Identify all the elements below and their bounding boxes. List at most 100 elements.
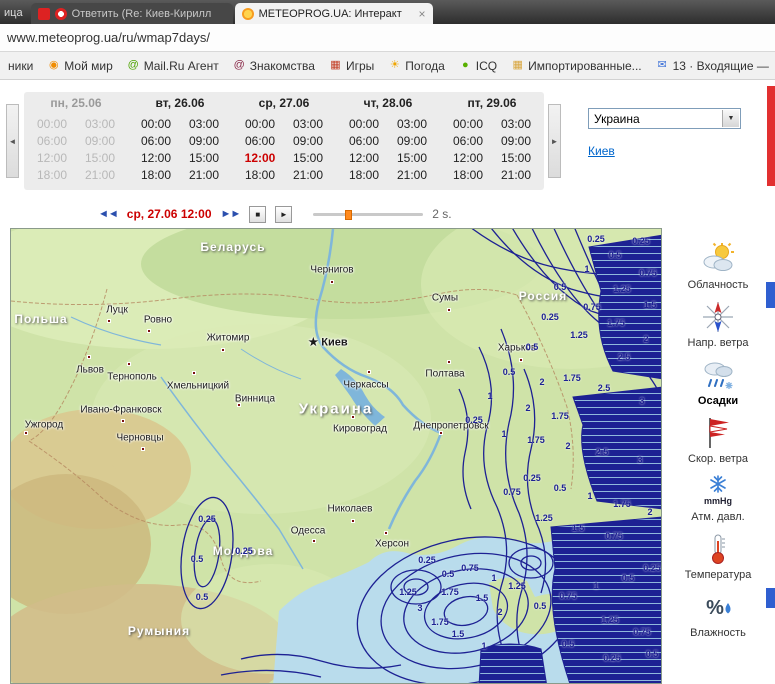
contour-label: 2: [539, 377, 544, 387]
city-label: Сумы: [432, 293, 458, 304]
time-cell[interactable]: 06:00: [32, 133, 72, 150]
region-select[interactable]: Украина ▼: [588, 108, 741, 129]
time-cell[interactable]: 00:00: [448, 116, 488, 133]
city-dot: [351, 415, 355, 419]
country-label: Украина: [299, 401, 373, 418]
time-cell[interactable]: 21:00: [80, 167, 120, 184]
contour-label: 1.75: [527, 435, 545, 445]
contour-label: 2.5: [596, 447, 609, 457]
layer-precipitation[interactable]: Осадки: [698, 358, 738, 407]
partial-tab[interactable]: ица: [2, 7, 29, 24]
city-label: Львов: [76, 365, 104, 376]
time-cell[interactable]: 12:00: [344, 150, 384, 167]
dropdown-arrow-icon[interactable]: ▼: [722, 110, 739, 127]
time-cell[interactable]: 15:00: [496, 150, 536, 167]
time-cell[interactable]: 06:00: [240, 133, 280, 150]
time-cell[interactable]: 15:00: [80, 150, 120, 167]
url-text[interactable]: www.meteoprog.ua/ru/wmap7days/: [7, 30, 210, 45]
bookmark-item[interactable]: ники: [2, 57, 39, 75]
play-button[interactable]: ►: [275, 206, 292, 223]
time-cell[interactable]: 21:00: [496, 167, 536, 184]
time-cell[interactable]: 09:00: [184, 133, 224, 150]
time-cell[interactable]: 15:00: [184, 150, 224, 167]
time-cell[interactable]: 03:00: [288, 116, 328, 133]
time-cell[interactable]: 03:00: [496, 116, 536, 133]
time-cell[interactable]: 03:00: [80, 116, 120, 133]
contour-label: 2: [647, 507, 652, 517]
time-cell[interactable]: 12:00: [136, 150, 176, 167]
time-cell[interactable]: 21:00: [184, 167, 224, 184]
city-label: Кировоград: [333, 424, 387, 435]
slider-handle[interactable]: [345, 210, 352, 220]
time-row: 18:00 21:00: [336, 167, 440, 184]
time-cell[interactable]: 12:00: [32, 150, 72, 167]
contour-label: 0.75: [633, 627, 651, 637]
day-header[interactable]: чт, 28.06: [336, 96, 440, 110]
timebar-scroll-left-icon[interactable]: ◄: [6, 104, 19, 178]
bookmark-item[interactable]: ☀Погода: [382, 57, 451, 75]
contour-label: 1: [487, 391, 492, 401]
contour-label: 1: [481, 641, 486, 651]
time-cell[interactable]: 12:00: [448, 150, 488, 167]
time-cell[interactable]: 18:00: [136, 167, 176, 184]
time-cell[interactable]: 09:00: [496, 133, 536, 150]
time-row: 00:00 03:00: [232, 116, 336, 133]
time-cell[interactable]: 06:00: [344, 133, 384, 150]
next-step-button[interactable]: ►►: [221, 208, 241, 220]
time-cell[interactable]: 03:00: [184, 116, 224, 133]
layer-pressure[interactable]: mmHgАтм. давл.: [691, 474, 744, 523]
bookmark-label: Мой мир: [64, 59, 112, 73]
bookmark-item[interactable]: ◉Мой мир: [41, 57, 118, 75]
contour-label: 0.5: [609, 250, 622, 260]
layer-thermometer[interactable]: Температура: [685, 532, 752, 581]
city-dot: [121, 419, 125, 423]
address-bar[interactable]: www.meteoprog.ua/ru/wmap7days/: [0, 24, 775, 52]
bookmark-item[interactable]: @Mail.Ru Агент: [121, 57, 225, 75]
bookmark-item[interactable]: ●ICQ: [453, 57, 503, 75]
time-cell[interactable]: 00:00: [32, 116, 72, 133]
time-row: 06:00 09:00: [440, 133, 544, 150]
bookmark-item[interactable]: ▦Игры: [323, 57, 380, 75]
layer-cloud-sun[interactable]: Облачность: [688, 242, 749, 291]
time-cell[interactable]: 00:00: [136, 116, 176, 133]
bookmark-item[interactable]: @Знакомства: [227, 57, 321, 75]
tab-mail-reply[interactable]: Ответить (Re: Киев-Кирилл: [31, 3, 233, 24]
day-header[interactable]: пт, 29.06: [440, 96, 544, 110]
time-cell[interactable]: 00:00: [240, 116, 280, 133]
time-cell[interactable]: 06:00: [136, 133, 176, 150]
timebar-scroll-right-icon[interactable]: ►: [548, 104, 561, 178]
time-cell[interactable]: 12:00: [240, 150, 280, 167]
layer-wind-direction[interactable]: Напр. ветра: [688, 300, 749, 349]
time-cell[interactable]: 03:00: [392, 116, 432, 133]
weather-map[interactable]: БеларусьРоссияПольшаУкраинаМолдоваРумыни…: [10, 228, 662, 684]
stop-button[interactable]: ■: [249, 206, 266, 223]
time-cell[interactable]: 21:00: [288, 167, 328, 184]
time-cell[interactable]: 06:00: [448, 133, 488, 150]
time-cell[interactable]: 21:00: [392, 167, 432, 184]
scrollbar-thumb[interactable]: [766, 588, 775, 608]
speed-label: 2 s.: [432, 207, 451, 221]
time-cell[interactable]: 18:00: [344, 167, 384, 184]
time-cell[interactable]: 15:00: [288, 150, 328, 167]
bookmark-item[interactable]: ✉13 · Входящие —: [650, 57, 775, 75]
time-cell[interactable]: 15:00: [392, 150, 432, 167]
day-header[interactable]: ср, 27.06: [232, 96, 336, 110]
day-header[interactable]: пн, 25.06: [24, 96, 128, 110]
time-cell[interactable]: 09:00: [392, 133, 432, 150]
time-cell[interactable]: 00:00: [344, 116, 384, 133]
layer-wind-speed-flag[interactable]: Скор. ветра: [688, 416, 748, 465]
tab-meteoprog[interactable]: METEOPROG.UA: Интеракт ×: [235, 3, 433, 24]
tab-close-icon[interactable]: ×: [419, 7, 426, 21]
time-cell[interactable]: 09:00: [288, 133, 328, 150]
day-header[interactable]: вт, 26.06: [128, 96, 232, 110]
prev-step-button[interactable]: ◄◄: [98, 208, 118, 220]
time-cell[interactable]: 18:00: [32, 167, 72, 184]
time-cell[interactable]: 09:00: [80, 133, 120, 150]
time-cell[interactable]: 18:00: [240, 167, 280, 184]
bookmark-item[interactable]: ▦Импортированные...: [505, 57, 647, 75]
city-link[interactable]: Киев: [588, 144, 615, 158]
layer-humidity[interactable]: %Влажность: [690, 590, 746, 639]
time-cell[interactable]: 18:00: [448, 167, 488, 184]
scrollbar-thumb[interactable]: [766, 282, 775, 308]
svg-text:mmHg: mmHg: [704, 496, 732, 506]
